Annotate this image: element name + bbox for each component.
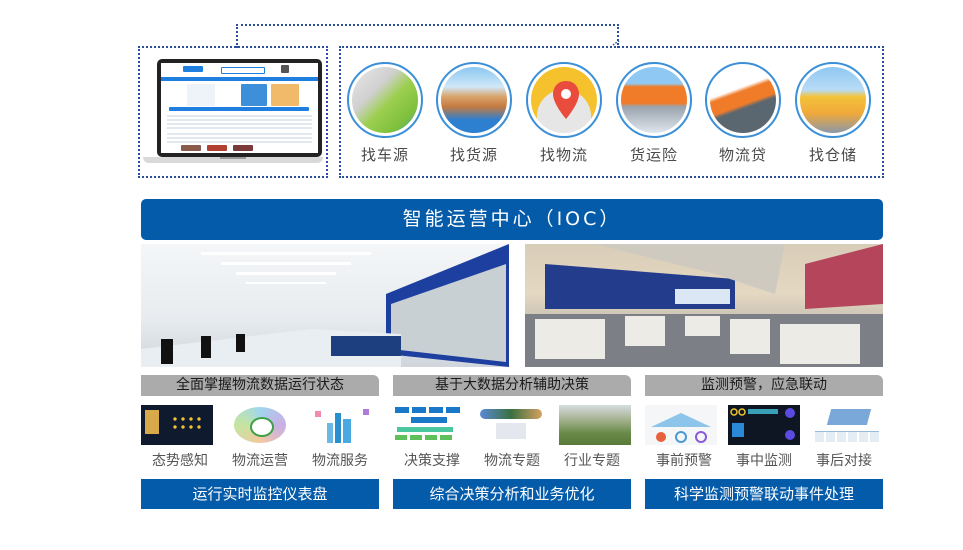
forklift-pallet-icon <box>795 62 871 138</box>
service-label: 找物流 <box>539 146 588 164</box>
item-label: 事前预警 <box>656 453 712 469</box>
column-footer-button[interactable]: 科学监测预警联动事件处理 <box>645 479 883 509</box>
service-find-vehicle[interactable]: 找车源 <box>345 62 425 165</box>
map-roads-trucks-icon <box>347 62 423 138</box>
service-find-logistics[interactable]: 找物流 <box>524 62 604 165</box>
control-room-photo <box>141 244 509 367</box>
column-monitoring: 全面掌握物流数据运行状态 态势感知 物流运营 物流服务 运行实时监控仪表盘 <box>141 375 379 509</box>
service-label: 找仓储 <box>808 146 857 164</box>
shield-container-truck-icon <box>616 62 692 138</box>
column-footer-button[interactable]: 运行实时监控仪表盘 <box>141 479 379 509</box>
column-header: 全面掌握物流数据运行状态 <box>141 375 379 396</box>
logistics-service-thumbnail <box>307 405 379 445</box>
website-screenshot <box>161 63 318 153</box>
truck-boxes-workers-icon <box>436 62 512 138</box>
service-label: 货运险 <box>629 146 678 164</box>
service-label: 物流贷 <box>718 146 767 164</box>
post-event-connection-thumbnail <box>811 405 883 445</box>
pre-warning-thumbnail <box>645 405 717 445</box>
in-event-monitoring-thumbnail <box>728 405 800 445</box>
item-label: 态势感知 <box>152 453 208 469</box>
command-center-photo <box>525 244 883 367</box>
service-cargo-insurance[interactable]: 货运险 <box>614 62 694 165</box>
item-label: 事中监测 <box>736 453 792 469</box>
connector-arrow-icon <box>612 39 621 46</box>
column-footer-button[interactable]: 综合决策分析和业务优化 <box>393 479 631 509</box>
column-header: 监测预警，应急联动 <box>645 375 883 396</box>
ioc-title-bar: 智能运营中心（IOC） <box>141 199 883 240</box>
situation-awareness-thumbnail <box>141 405 213 445</box>
item-label: 行业专题 <box>564 453 620 469</box>
service-label: 找货源 <box>449 146 498 164</box>
service-find-warehouse[interactable]: 找仓储 <box>793 62 873 165</box>
item-label: 物流专题 <box>484 453 540 469</box>
logistics-operation-thumbnail <box>224 405 296 445</box>
item-label: 物流运营 <box>232 453 288 469</box>
item-label: 事后对接 <box>816 453 872 469</box>
map-pin-route-icon <box>526 62 602 138</box>
column-header: 基于大数据分析辅助决策 <box>393 375 631 396</box>
item-label: 物流服务 <box>312 453 368 469</box>
service-find-cargo[interactable]: 找货源 <box>434 62 514 165</box>
column-decision: 基于大数据分析辅助决策 决策支撑 物流专题 行业专题 综合决策分析和业务优化 <box>393 375 631 509</box>
service-logistics-loan[interactable]: 物流贷 <box>703 62 783 165</box>
laptop-notch <box>220 157 246 159</box>
connector-line <box>236 24 619 48</box>
service-label: 找车源 <box>360 146 409 164</box>
item-label: 决策支撑 <box>404 453 460 469</box>
laptop-icon <box>157 59 322 157</box>
decision-support-thumbnail <box>393 405 465 445</box>
lock-truck-scale-icon <box>705 62 781 138</box>
logistics-topic-thumbnail <box>476 405 548 445</box>
industry-topic-thumbnail <box>559 405 631 445</box>
column-warning: 监测预警，应急联动 事前预警 事中监测 事后对接 科学监测预警联动事件处理 <box>645 375 883 509</box>
